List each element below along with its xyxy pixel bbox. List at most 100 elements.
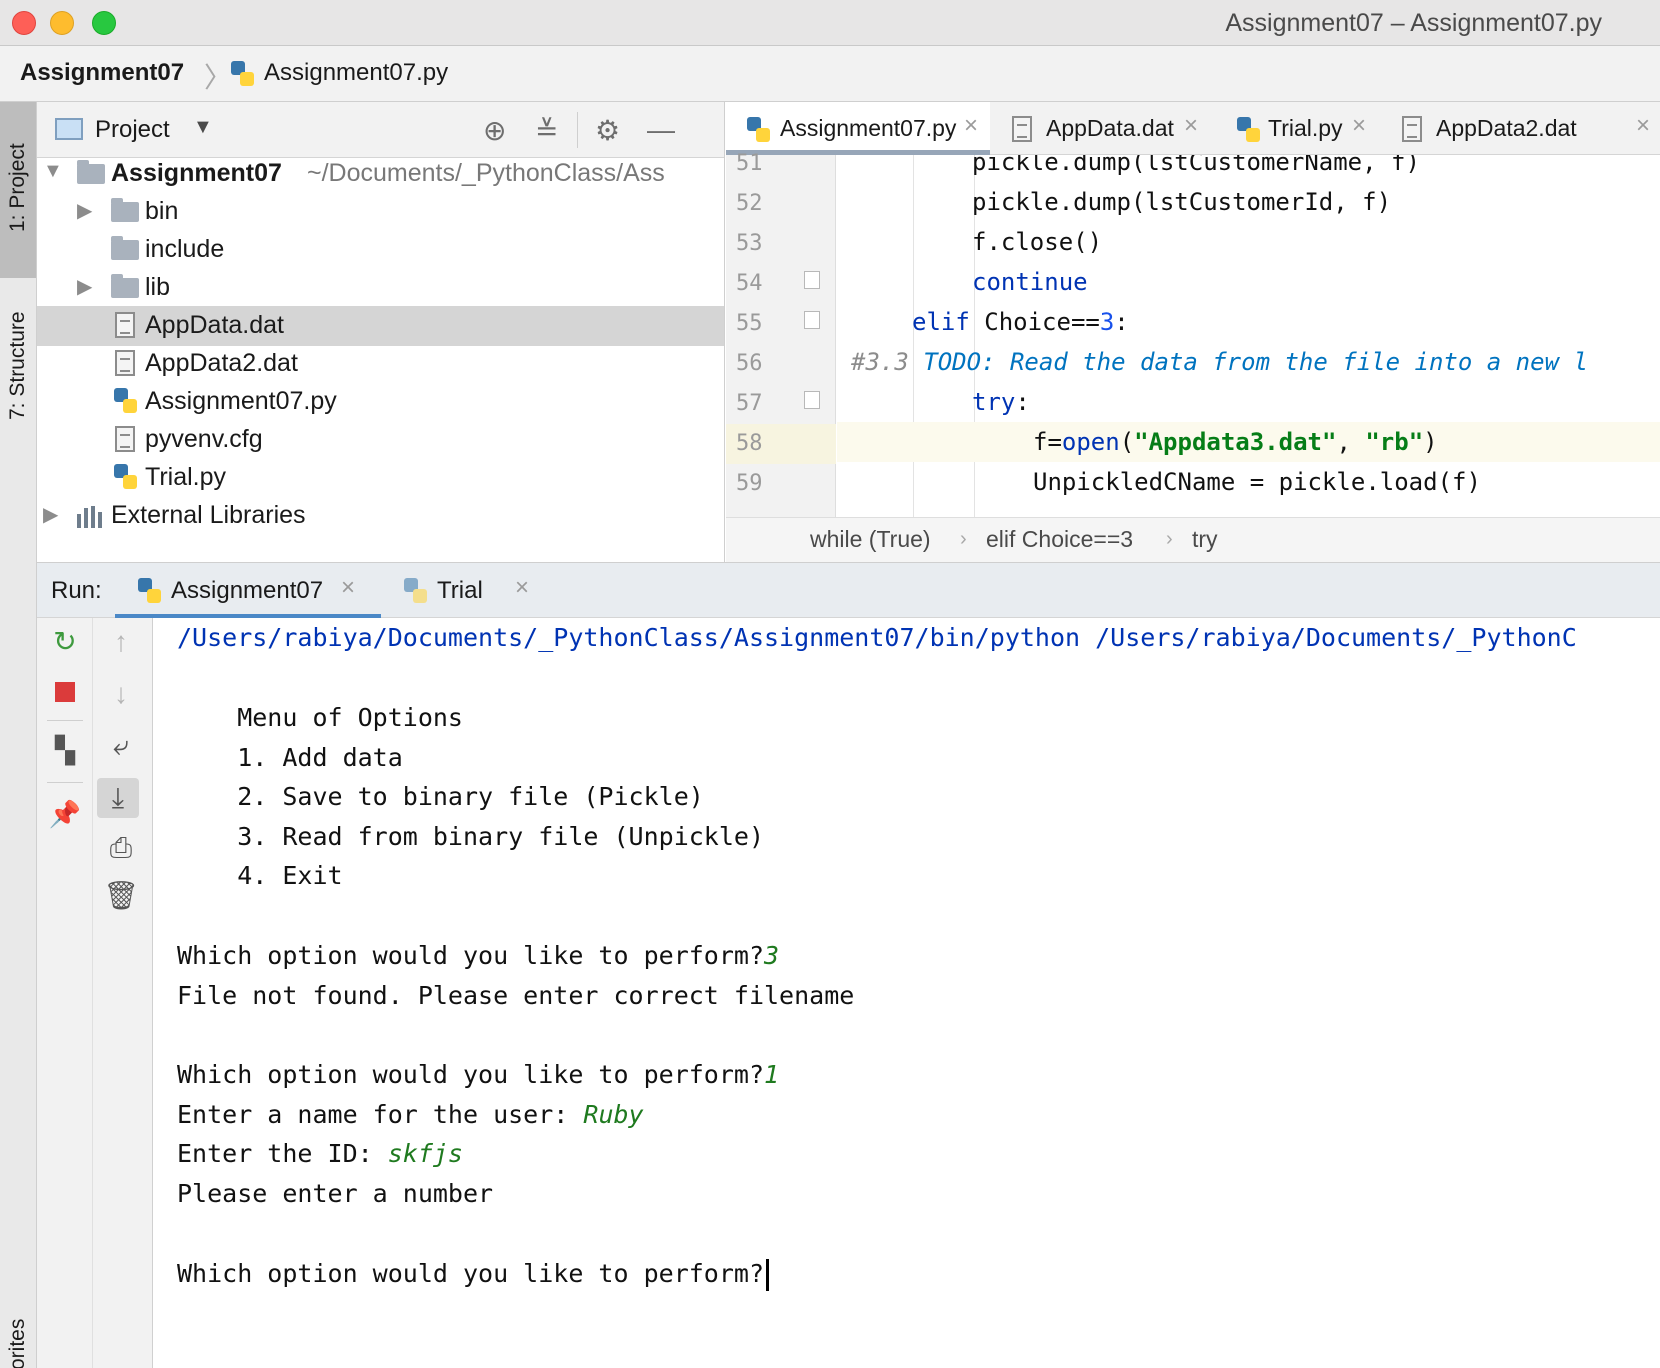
tree-item-appdata-dat[interactable]: AppData.dat [37, 306, 724, 346]
python-file-icon [113, 387, 139, 415]
chevron-right-icon[interactable]: ▶ [77, 198, 92, 223]
line-number: 54 [736, 271, 763, 296]
breadcrumb-project[interactable]: Assignment07 [20, 59, 184, 87]
code-line-51: pickle.dump(lstCustomerName, f) [972, 155, 1420, 176]
breadcrumb-file[interactable]: Assignment07.py [264, 59, 448, 87]
tree-item-include[interactable]: include [37, 230, 724, 270]
print-icon[interactable]: ⎙ [93, 828, 149, 868]
project-panel-header: Project ▼ ⊕ ≚ ⚙ — [37, 102, 724, 158]
tree-item-label: lib [145, 273, 171, 301]
text-file-icon [115, 426, 135, 452]
rerun-icon[interactable]: ↻ [37, 622, 93, 662]
editor-crumb[interactable]: try [1192, 526, 1218, 553]
project-tool-button[interactable]: 1: Project [0, 102, 36, 278]
text-file-icon [1402, 116, 1422, 142]
console-user-input: 3 [764, 941, 780, 970]
window-minimize-button[interactable] [50, 11, 74, 35]
tree-item-pyvenv-cfg[interactable]: pyvenv.cfg [37, 420, 724, 460]
text-file-icon [1012, 116, 1032, 142]
console-prompt: Which option would you like to perform? [177, 1259, 764, 1288]
close-icon[interactable]: × [515, 574, 529, 602]
favorites-tool-button[interactable]: orites [6, 1319, 30, 1368]
tab-assignment07-py[interactable]: Assignment07.py × [726, 102, 990, 155]
code-line-55: elif Choice==3: [912, 302, 1660, 342]
console-prompt-line: Which option would you like to perform? [177, 1254, 1660, 1294]
tree-item-bin[interactable]: ▶ bin [37, 192, 724, 232]
close-icon[interactable]: × [964, 112, 978, 140]
code-line-57: try: [972, 382, 1660, 422]
code-line-52: pickle.dump(lstCustomerId, f) [972, 188, 1392, 216]
run-tab-assignment07[interactable]: Assignment07 × [115, 563, 381, 619]
structure-tool-button[interactable]: 7: Structure [6, 311, 30, 420]
console-output-line: Please enter a number [177, 1179, 494, 1208]
tab-trial-py[interactable]: Trial.py × [1212, 102, 1378, 155]
run-label: Run: [51, 577, 102, 604]
tree-item-trial-py[interactable]: Trial.py [37, 458, 724, 498]
locate-file-icon[interactable]: ⊕ [483, 114, 506, 147]
tab-appdata2-dat[interactable]: AppData2.dat × [1378, 102, 1660, 155]
run-tool-window-header: Run: Assignment07 × Trial × [37, 562, 1660, 619]
tree-item-lib[interactable]: ▶ lib [37, 268, 724, 308]
line-number-gutter: 51 52 53 54 55 56 57 58 59 [726, 151, 836, 517]
close-icon[interactable]: × [341, 574, 355, 602]
line-number: 58 [736, 431, 763, 456]
chevron-right-icon[interactable]: ▶ [77, 274, 92, 299]
editor-crumb[interactable]: while (True) [810, 526, 931, 553]
collapse-all-icon[interactable]: ≚ [535, 114, 558, 147]
run-console[interactable]: /Users/rabiya/Documents/_PythonClass/Ass… [153, 618, 1660, 1368]
folder-icon [111, 198, 139, 222]
scroll-to-end-icon[interactable]: ⤓ [97, 778, 139, 818]
tree-item-appdata2-dat[interactable]: AppData2.dat [37, 344, 724, 384]
hide-panel-icon[interactable]: — [647, 114, 675, 146]
chevron-right-icon: › [1166, 528, 1173, 550]
tree-item-assignment07-py[interactable]: Assignment07.py [37, 382, 724, 422]
chevron-down-icon[interactable]: ▼ [43, 160, 63, 183]
builtin-function: open [1061, 428, 1120, 456]
chevron-down-icon[interactable]: ▼ [193, 116, 213, 139]
library-icon [77, 506, 107, 528]
code-area[interactable]: pickle.dump(lstCustomerName, f) pickle.d… [837, 155, 1660, 517]
tree-item-external-libraries[interactable]: ▶ External Libraries [37, 496, 724, 536]
tree-item-label: pyvenv.cfg [145, 425, 263, 453]
breadcrumb-separator-icon: 〉 [204, 62, 233, 93]
window-close-button[interactable] [12, 11, 36, 35]
line-number: 56 [736, 351, 763, 376]
chevron-right-icon[interactable]: ▶ [43, 502, 58, 527]
console-prompt: Enter the ID: [177, 1139, 388, 1168]
line-number: 52 [736, 191, 763, 216]
folder-icon [111, 236, 139, 260]
editor-tab-bar: Assignment07.py × AppData.dat × Trial.py… [726, 102, 1660, 155]
gear-icon[interactable]: ⚙ [595, 114, 620, 147]
text-cursor [766, 1259, 769, 1291]
window-maximize-button[interactable] [92, 11, 116, 35]
code-line-56: #3.3 TODO: Read the data from the file i… [851, 342, 1660, 382]
close-icon[interactable]: × [1352, 112, 1366, 140]
python-run-icon [403, 577, 429, 605]
pin-icon[interactable]: 📌 [37, 794, 93, 834]
close-icon[interactable]: × [1636, 112, 1650, 140]
tree-item-root[interactable]: ▼ Assignment07 ~/Documents/_PythonClass/… [37, 154, 724, 194]
arrow-up-icon[interactable]: ↑ [93, 622, 149, 662]
close-icon[interactable]: × [1184, 112, 1198, 140]
python-file-icon [113, 463, 139, 491]
arrow-down-icon[interactable]: ↓ [93, 674, 149, 714]
fold-start-icon[interactable] [804, 391, 820, 409]
layout-icon[interactable]: ▚ [37, 730, 93, 770]
soft-wrap-icon[interactable]: ⤶ [93, 726, 149, 766]
navigation-bar: Assignment07 〉 Assignment07.py [0, 46, 1660, 102]
stop-icon[interactable] [37, 670, 93, 710]
run-tab-trial[interactable]: Trial × [381, 563, 551, 619]
fold-end-icon[interactable] [804, 271, 820, 289]
tab-appdata-dat[interactable]: AppData.dat × [990, 102, 1212, 155]
console-prompt: Enter a name for the user: [177, 1100, 584, 1129]
fold-start-icon[interactable] [804, 311, 820, 329]
console-prompt-line: Which option would you like to perform?1 [177, 1055, 1660, 1095]
trash-icon[interactable]: 🗑 [93, 876, 149, 916]
folder-icon [111, 274, 139, 298]
console-menu-item: 2. Save to binary file (Pickle) [177, 782, 704, 811]
project-view-selector[interactable]: Project [95, 116, 170, 144]
run-tab-label: Trial [437, 577, 483, 604]
editor-crumb[interactable]: elif Choice==3 [986, 526, 1133, 553]
comment: #3.3 [851, 348, 924, 376]
console-menu-item: 3. Read from binary file (Unpickle) [177, 822, 764, 851]
